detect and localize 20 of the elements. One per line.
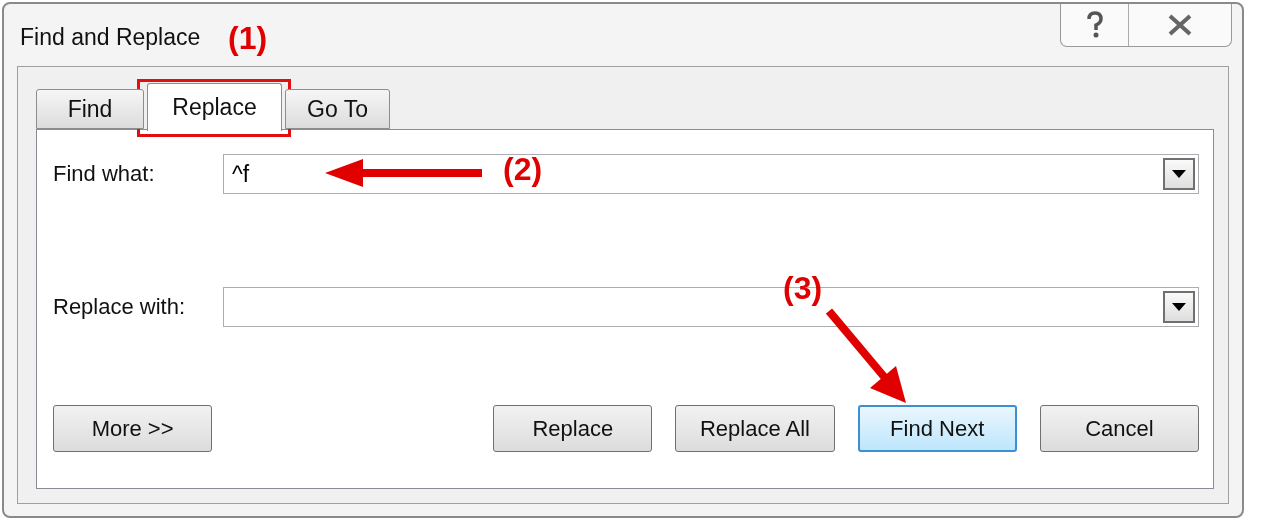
tab[interactable]: Go To — [285, 89, 390, 129]
field-label: Find what: — [53, 161, 156, 187]
caret-icon — [1172, 303, 1186, 311]
dialog-button[interactable]: Cancel — [1039, 405, 1199, 452]
callout-label: (1) — [228, 22, 268, 54]
tab[interactable]: Find — [36, 89, 144, 129]
dialog-button[interactable]: More >> — [53, 405, 213, 452]
field-label: Replace with: — [53, 294, 187, 320]
dropdown-button[interactable] — [1163, 158, 1195, 190]
window-title: Find and Replace — [20, 24, 201, 51]
dialog-button[interactable]: Replace — [493, 405, 653, 452]
dropdown-button[interactable] — [1163, 291, 1195, 323]
close-icon — [1167, 14, 1193, 36]
callout-label: (3) — [783, 272, 823, 304]
callout-label: (2) — [503, 153, 543, 185]
help-icon — [1084, 11, 1105, 39]
dialog-button[interactable]: Find Next — [857, 405, 1017, 452]
tab[interactable]: Replace — [147, 83, 282, 131]
caret-icon — [1172, 170, 1186, 178]
dialog-button[interactable]: Replace All — [675, 405, 835, 452]
